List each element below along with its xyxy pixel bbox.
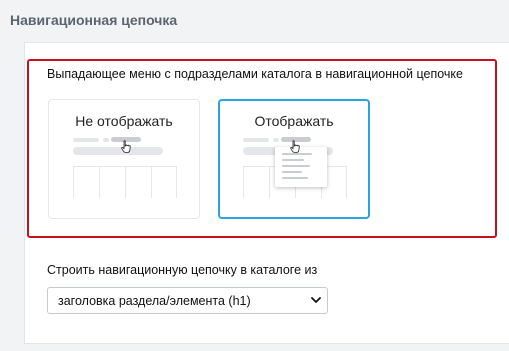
breadcrumb-source-label: Строить навигационную цепочку в каталоге… [47,263,318,277]
breadcrumb-source-value: заголовка раздела/элемента (h1) [58,294,251,308]
option-card-show-label: Отображать [254,113,334,129]
hand-pointer-icon [290,140,300,153]
preview-dropdown-menu [275,147,327,187]
preview-title-bar [73,147,163,155]
option-card-hide[interactable]: Не отображать [48,99,200,219]
hand-pointer-icon [121,140,131,153]
breadcrumb-source-select[interactable]: заголовка раздела/элемента (h1) [47,287,328,314]
chevron-down-icon [311,297,321,303]
preview-breadcrumb-bar [103,138,109,142]
section-title: Навигационная цепочка [10,12,178,28]
option-card-show[interactable]: Отображать [218,99,370,219]
preview-grid [73,166,177,198]
preview-breadcrumb-bar [73,138,99,142]
dropdown-menu-option-label: Выпадающее меню с подразделами каталога … [47,67,463,81]
preview-breadcrumb-bar [243,138,269,142]
option-card-hide-label: Не отображать [75,113,173,129]
preview-breadcrumb-bar [273,138,279,142]
